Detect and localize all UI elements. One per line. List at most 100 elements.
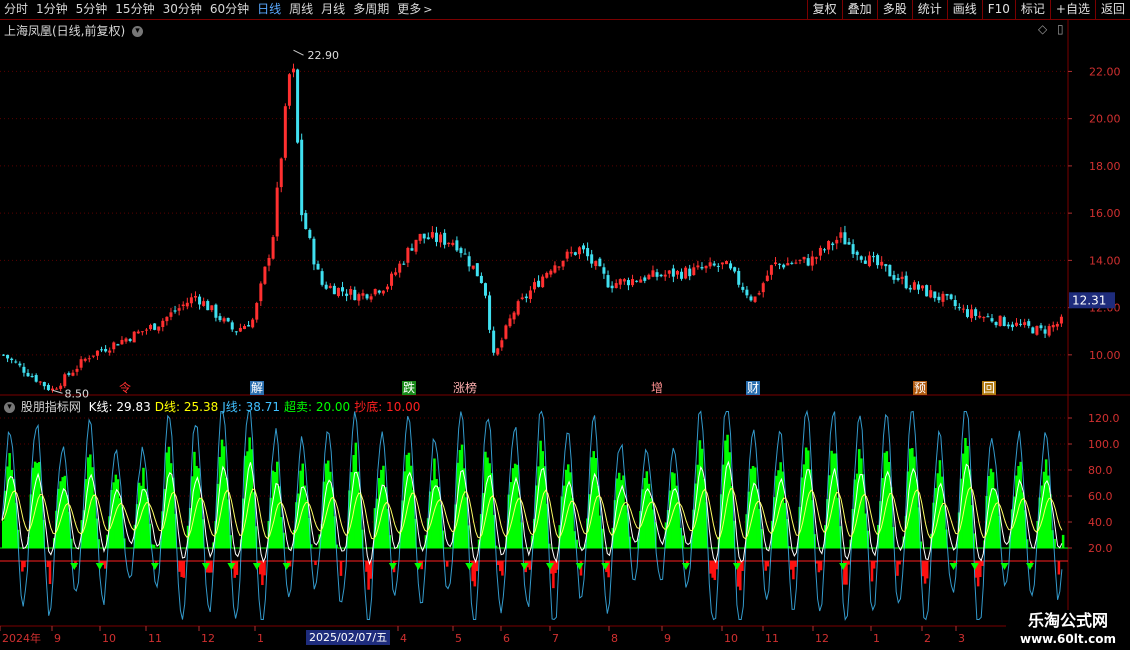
candle-body: [602, 267, 606, 274]
candle-body: [42, 382, 46, 387]
candle-body: [573, 252, 577, 255]
candle-body: [87, 358, 91, 360]
candle-body: [6, 354, 10, 359]
event-marker-0: 令: [119, 380, 131, 395]
candle-body: [2, 354, 5, 356]
candle-body: [500, 340, 504, 348]
xaxis-label-10: 8: [611, 632, 618, 645]
xaxis-label-13: 11: [765, 632, 779, 645]
candle-body: [855, 251, 859, 255]
candle-body: [537, 280, 541, 287]
candle-body: [1006, 324, 1010, 327]
candle-body: [471, 265, 475, 269]
candle-body: [385, 286, 389, 290]
candle-body: [949, 294, 953, 299]
indicator-bar-low: [528, 561, 532, 570]
candle-body: [876, 255, 880, 266]
candle-body: [692, 267, 696, 276]
candle-body: [590, 254, 594, 264]
event-marker-2: 跌: [403, 380, 415, 395]
candle-body: [700, 267, 704, 269]
candle-body: [214, 304, 218, 318]
candle-body: [55, 388, 59, 390]
candle-body: [994, 322, 998, 326]
indicator-bar-low: [819, 561, 823, 571]
candle-body: [912, 282, 916, 290]
indicator-bar-low: [766, 561, 770, 567]
candle-body: [1014, 322, 1018, 326]
candle-body: [30, 376, 34, 378]
candle-body: [108, 350, 112, 353]
candle-body: [606, 275, 610, 288]
candle-body: [308, 229, 312, 238]
candle-body: [872, 256, 876, 258]
candle-body: [786, 263, 790, 266]
candle-body: [275, 187, 279, 237]
candle-body: [128, 339, 132, 342]
candle-body: [1051, 324, 1055, 328]
candle-body: [410, 248, 414, 251]
candle-body: [492, 330, 496, 353]
candle-body: [177, 308, 181, 311]
candle-body: [806, 258, 810, 266]
candle-body: [234, 331, 238, 333]
event-marker-4: 增: [651, 381, 663, 395]
candle-body: [426, 237, 430, 240]
indicator-bar-low: [339, 561, 343, 576]
candle-body: [22, 366, 26, 373]
candle-body: [1055, 323, 1059, 327]
max-pointer: [293, 49, 304, 56]
candle-body: [798, 259, 802, 261]
candle-body: [680, 271, 684, 279]
indicator-bar-low: [48, 561, 52, 585]
candle-body: [655, 272, 659, 277]
candle-body: [839, 232, 843, 238]
candle-body: [165, 316, 169, 322]
indicator-bar-low: [898, 561, 901, 565]
candle-body: [802, 256, 806, 260]
candle-body: [667, 270, 671, 274]
candle-body: [737, 270, 741, 285]
buy-arrow: [95, 563, 104, 570]
candle-body: [704, 265, 708, 269]
candle-body: [124, 338, 128, 342]
candle-body: [496, 348, 500, 355]
buy-arrow: [1026, 563, 1035, 570]
xaxis-label-15: 1: [873, 632, 880, 645]
indicator-bar-low: [182, 561, 186, 578]
candle-body: [651, 270, 655, 277]
candle-body: [753, 296, 757, 302]
candle-body: [238, 327, 242, 332]
candle-body: [716, 265, 720, 267]
candle-body: [443, 232, 447, 245]
current-price-label: 12.31: [1072, 293, 1106, 307]
candle-body: [173, 310, 177, 312]
candles: [2, 63, 1063, 393]
candle-body: [169, 312, 173, 317]
event-marker-3: 涨榜: [453, 380, 477, 395]
candle-body: [1023, 322, 1027, 326]
candle-body: [545, 272, 549, 278]
candle-body: [569, 252, 573, 254]
candle-body: [144, 329, 148, 331]
candle-body: [916, 284, 920, 290]
candle-body: [618, 279, 622, 285]
indicator-bar-low: [1057, 561, 1061, 575]
candle-body: [418, 233, 422, 241]
candle-body: [369, 296, 373, 300]
candle-body: [263, 266, 267, 284]
candle-body: [14, 361, 18, 363]
candle-body: [316, 263, 320, 270]
candle-body: [541, 276, 545, 288]
candle-body: [394, 272, 398, 275]
candle-body: [455, 240, 459, 251]
candle-body: [659, 274, 663, 277]
candle-body: [757, 293, 761, 295]
candle-body: [414, 239, 418, 252]
buy-arrow: [575, 563, 584, 570]
chart-svg: 10.0012.0014.0016.0018.0020.0022.0020.04…: [0, 20, 1130, 650]
candle-body: [63, 374, 67, 387]
candle-body: [582, 245, 586, 250]
candle-body: [439, 234, 443, 243]
candle-body: [827, 241, 831, 250]
